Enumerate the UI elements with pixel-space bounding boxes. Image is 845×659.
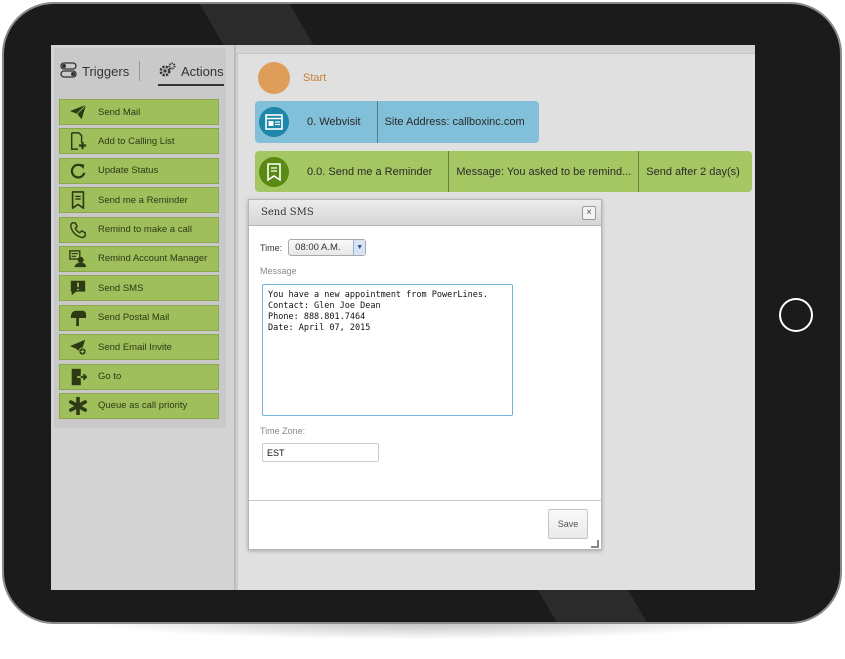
- go-to-icon: [64, 368, 92, 386]
- action-label: Send Postal Mail: [98, 312, 170, 324]
- action-label: Remind Account Manager: [98, 253, 208, 265]
- browser-window-icon: [259, 107, 289, 137]
- sidebar-tabs: Triggers Actions: [54, 48, 226, 92]
- action-label: Send Email Invite: [98, 341, 172, 353]
- time-label: Time:: [260, 242, 283, 253]
- action-send-mail[interactable]: Send Mail: [59, 99, 219, 125]
- sidebar: Triggers Actions Send Mail Add to Callin…: [54, 48, 226, 428]
- webvisit-name: 0. Webvisit: [307, 116, 361, 128]
- action-label: Queue as call priority: [98, 400, 188, 412]
- action-add-to-calling-list[interactable]: Add to Calling List: [59, 128, 219, 155]
- action-label: Add to Calling List: [98, 135, 175, 147]
- tab-actions-label: Actions: [181, 64, 224, 79]
- phone-icon: [64, 221, 92, 239]
- send-sms-dialog: Send SMS × Time: 08:00 A.M. ▼ Message Yo…: [248, 199, 602, 550]
- refresh-icon: [64, 162, 92, 180]
- reminder-node[interactable]: 0.0. Send me a Reminder Message: You ask…: [255, 151, 752, 192]
- action-remind-account-manager[interactable]: Remind Account Manager: [59, 245, 219, 272]
- resize-handle[interactable]: [591, 540, 599, 548]
- mailbox-icon: [64, 309, 92, 327]
- dialog-footer: Save: [249, 500, 601, 550]
- action-label: Send Mail: [98, 106, 141, 118]
- reminder-name: 0.0. Send me a Reminder: [307, 165, 433, 178]
- action-send-me-a-reminder[interactable]: Send me a Reminder: [59, 187, 219, 214]
- panel-divider: [234, 45, 236, 590]
- reminder-icon: [259, 156, 289, 187]
- tablet-frame: Triggers Actions Send Mail Add to Callin…: [2, 2, 842, 624]
- add-to-list-icon: [64, 132, 92, 151]
- action-send-sms[interactable]: Send SMS: [59, 275, 219, 302]
- timezone-label: Time Zone:: [260, 426, 306, 436]
- paper-plane-icon: [64, 103, 92, 121]
- toggle-icon: [60, 62, 77, 81]
- reminder-schedule: Send after 2 day(s): [638, 151, 752, 192]
- start-label: Start: [303, 72, 327, 84]
- chevron-down-icon: ▼: [353, 240, 366, 255]
- action-send-email-invite[interactable]: Send Email Invite: [59, 334, 219, 361]
- dialog-header[interactable]: Send SMS ×: [249, 200, 601, 226]
- reminder-message: Message: You asked to be remind...: [448, 151, 638, 192]
- action-remind-to-make-a-call[interactable]: Remind to make a call: [59, 216, 219, 243]
- email-invite-icon: [64, 338, 92, 356]
- tab-triggers-label: Triggers: [82, 64, 130, 79]
- tab-separator: [139, 61, 140, 81]
- action-label: Send me a Reminder: [98, 194, 188, 206]
- tab-triggers[interactable]: Triggers: [60, 62, 129, 81]
- actions-list: Send Mail Add to Calling List Update Sta…: [59, 99, 219, 422]
- message-textarea[interactable]: You have a new appointment from PowerLin…: [262, 284, 513, 416]
- sms-icon: [64, 279, 92, 297]
- asterisk-icon: [64, 396, 92, 415]
- gears-icon: [158, 62, 176, 81]
- timezone-field[interactable]: EST: [262, 443, 379, 462]
- reminder-icon: [64, 191, 92, 210]
- start-circle: [258, 62, 290, 94]
- action-update-status[interactable]: Update Status: [59, 157, 219, 184]
- webvisit-node[interactable]: 0. Webvisit Site Address: callboxinc.com: [255, 101, 539, 143]
- time-row: Time: 08:00 A.M. ▼: [260, 239, 367, 256]
- action-label: Update Status: [98, 165, 159, 177]
- time-select[interactable]: 08:00 A.M. ▼: [288, 239, 367, 256]
- save-button[interactable]: Save: [548, 509, 588, 539]
- message-label: Message: [260, 266, 297, 276]
- action-label: Remind to make a call: [98, 224, 192, 236]
- action-label: Go to: [98, 371, 122, 383]
- time-value: 08:00 A.M.: [295, 242, 341, 253]
- dialog-title: Send SMS: [261, 207, 314, 218]
- webvisit-detail: Site Address: callboxinc.com: [376, 101, 539, 143]
- close-icon[interactable]: ×: [582, 205, 596, 220]
- home-button[interactable]: [779, 298, 813, 332]
- start-node[interactable]: Start: [258, 62, 326, 94]
- action-send-postal-mail[interactable]: Send Postal Mail: [59, 304, 219, 331]
- action-label: Send SMS: [98, 282, 144, 294]
- action-go-to[interactable]: Go to: [59, 363, 219, 390]
- action-queue-as-call-priority[interactable]: Queue as call priority: [59, 392, 219, 419]
- tab-actions[interactable]: Actions: [158, 62, 224, 86]
- account-manager-icon: [64, 250, 92, 268]
